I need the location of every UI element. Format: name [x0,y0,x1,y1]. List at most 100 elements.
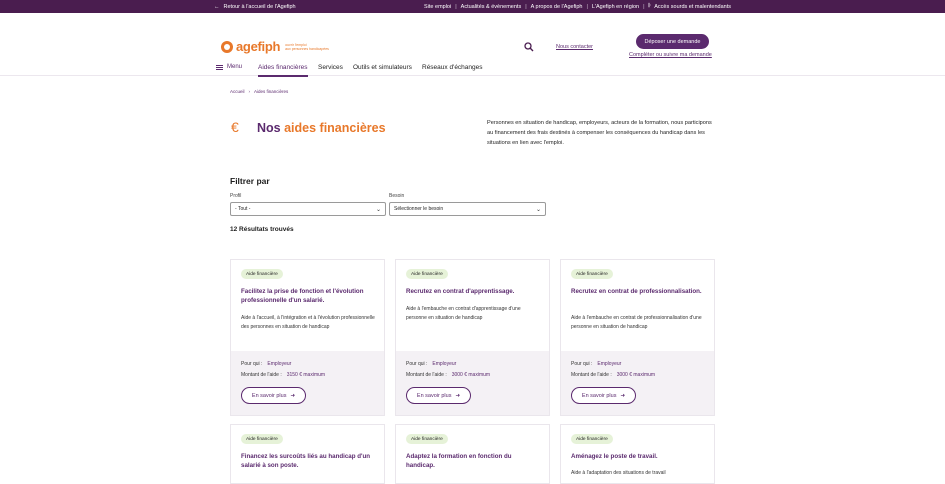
aid-card-desc: Aide à l'accueil, à l'intégration et à l… [241,315,375,330]
arrow-left-icon: ← [214,3,220,10]
top-link-a-propos[interactable]: A propos de l'Agefiph [531,4,583,10]
amount-value: 3150 € maximum [286,372,326,378]
aid-badge: Aide financière [406,434,448,444]
contact-link[interactable]: Nous contacter [556,44,593,50]
aid-badge: Aide financière [571,269,613,279]
who-row: Pour qui : Employeur [241,361,291,367]
need-select[interactable]: Sélectionner le besoin ⌄ [389,202,546,216]
aid-card[interactable]: Aide financière Aménagez le poste de tra… [560,424,715,484]
accessibility-ear-icon: 𝄆 [648,3,652,9]
amount-value: 3000 € maximum [451,372,491,378]
amount-value: 3000 € maximum [616,372,656,378]
logo-wordmark: agefiph [236,39,281,54]
learn-more-button[interactable]: En savoir plus ➜ [241,387,306,404]
learn-more-label: En savoir plus [416,392,452,399]
top-link-site-emploi[interactable]: Site emploi [424,4,451,10]
amount-label: Montant de l'aide : [241,372,282,378]
divider: | [455,3,457,10]
who-label: Pour qui : [406,361,428,367]
aid-badge: Aide financière [406,269,448,279]
who-value: Employeur [597,361,622,367]
divider: | [643,3,645,10]
logo-tagline-line-2: aux personnes handicapées [285,46,329,51]
amount-row: Montant de l'aide : 3000 € maximum [571,372,655,378]
aid-card-title[interactable]: Adaptez la formation en fonction du hand… [406,452,542,470]
chevron-right-icon: › [248,89,251,94]
profile-label: Profil [230,193,242,199]
back-link[interactable]: ← Retour à l'accueil de l'Agefiph [214,4,296,10]
aid-card-footer: Pour qui : Employeur Montant de l'aide : 3… [396,351,549,415]
who-label: Pour qui : [571,361,593,367]
aid-card-title[interactable]: Aménagez le poste de travail. [571,452,707,461]
hamburger-icon [216,64,223,70]
menu-label: Menu [227,64,243,70]
aid-card[interactable]: Aide financière Adaptez la formation en … [395,424,550,484]
amount-row: Montant de l'aide : 3150 € maximum [241,372,325,378]
amount-row: Montant de l'aide : 3000 € maximum [406,372,490,378]
learn-more-label: En savoir plus [251,392,287,399]
aid-card[interactable]: Aide financière Recrutez en contrat d'ap… [395,259,550,416]
submit-request-button[interactable]: Déposer une demande [636,34,709,49]
learn-more-button[interactable]: En savoir plus ➜ [571,387,636,404]
learn-more-button[interactable]: En savoir plus ➜ [406,387,471,404]
nav-item-reseaux[interactable]: Réseaux d'échanges [422,64,483,71]
who-value: Employeur [432,361,457,367]
need-select-value: Sélectionner le besoin [394,206,444,212]
follow-request-link[interactable]: Compléter ou suivre ma demande [629,52,712,58]
aid-card-title[interactable]: Recrutez en contrat d'apprentissage. [406,287,542,296]
breadcrumb-current: Aides financières [254,89,289,94]
who-label: Pour qui : [241,361,263,367]
profile-select-value: - Tout - [235,206,251,212]
aid-card-footer: Pour qui : Employeur Montant de l'aide : 3… [561,351,714,415]
nav-item-outils[interactable]: Outils et simulateurs [353,64,412,71]
aid-badge: Aide financière [241,434,283,444]
nav-item-aides-financieres[interactable]: Aides financières [258,64,308,77]
who-value: Employeur [267,361,292,367]
euro-icon: € [231,119,239,135]
who-row: Pour qui : Employeur [571,361,621,367]
top-link-region[interactable]: L'Agefiph en région [592,4,639,10]
header: agefiph ouvrir l'emploi aux personnes ha… [0,13,945,58]
aid-card[interactable]: Aide financière Facilitez la prise de fo… [230,259,385,416]
profile-select[interactable]: - Tout - ⌄ [230,202,386,216]
top-link-actualites[interactable]: Actualités & évènements [461,4,522,10]
nav-item-services[interactable]: Services [318,64,343,71]
divider: | [525,3,527,10]
main-nav: Menu Aides financières Services Outils e… [0,60,945,77]
logo-mark-icon [221,40,233,53]
amount-label: Montant de l'aide : [571,372,612,378]
arrow-right-icon: ➜ [455,392,461,399]
aid-card-footer: Pour qui : Employeur Montant de l'aide : 3… [231,351,384,415]
results-count: 12 Résultats trouvés [230,226,294,233]
chevron-down-icon: ⌄ [535,207,541,213]
agefiph-logo[interactable]: agefiph ouvrir l'emploi aux personnes ha… [221,39,329,54]
aid-card-desc: Aide à l'embauche en contrat d'apprentis… [406,306,521,321]
amount-label: Montant de l'aide : [406,372,447,378]
who-row: Pour qui : Employeur [406,361,456,367]
breadcrumb: Accueil › Aides financières [230,89,288,94]
search-icon[interactable] [524,42,534,52]
breadcrumb-home[interactable]: Accueil [230,89,245,94]
chevron-down-icon: ⌄ [375,207,381,213]
divider: | [586,3,588,10]
logo-tagline: ouvrir l'emploi aux personnes handicapée… [285,43,329,51]
aid-badge: Aide financière [571,434,613,444]
top-bar: ← Retour à l'accueil de l'Agefiph Site e… [0,0,945,13]
page-title-prefix: Nos [257,121,285,135]
arrow-right-icon: ➜ [620,392,626,399]
learn-more-label: En savoir plus [581,392,617,399]
aid-card-title[interactable]: Facilitez la prise de fonction et l'évol… [241,287,377,305]
page-title: Nos aides financières [257,121,386,135]
back-link-label: Retour à l'accueil de l'Agefiph [223,3,296,10]
aid-card[interactable]: Aide financière Recrutez en contrat de p… [560,259,715,416]
aid-card[interactable]: Aide financière Financez les surcoûts li… [230,424,385,484]
need-label: Besoin [389,193,405,199]
top-links: Site emploi | Actualités & évènements | … [424,3,731,10]
aid-card-desc: Aide à l'embauche en contrat de professi… [571,315,702,330]
filter-title: Filtrer par [230,176,270,186]
aid-card-title[interactable]: Financez les surcoûts liés au handicap d… [241,452,377,470]
top-link-acces-sourds[interactable]: Accès sourds et malentendants [654,4,731,10]
intro-text: Personnes en situation de handicap, empl… [487,120,712,146]
aid-card-title[interactable]: Recrutez en contrat de professionnalisat… [571,287,707,296]
menu-button[interactable]: Menu [216,64,242,70]
